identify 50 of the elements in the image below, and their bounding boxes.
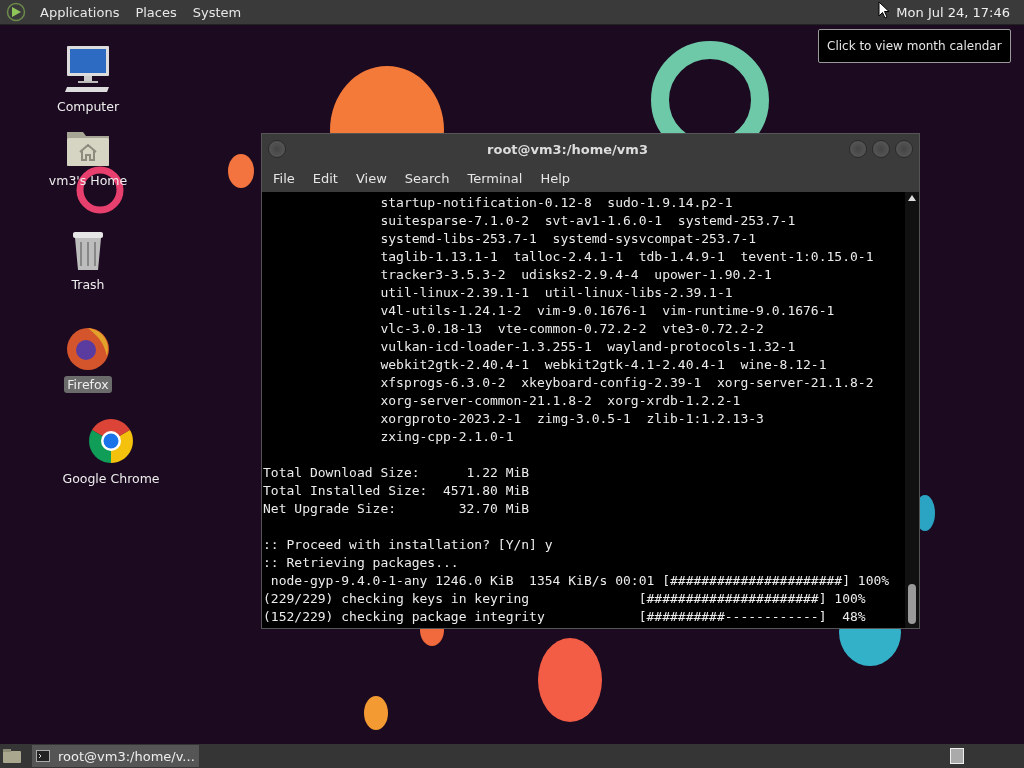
scroll-up-icon[interactable] bbox=[907, 194, 917, 202]
panel-menu[interactable]: Applications bbox=[34, 4, 126, 20]
terminal-line: node-gyp-9.4.0-1-any 1246.0 KiB 1354 KiB/s 00:01 [######################] 100% bbox=[269, 572, 891, 590]
menu-item[interactable]: Edit bbox=[303, 170, 347, 186]
terminal-line: zxing-cpp-2.1.0-1 bbox=[379, 428, 515, 446]
mouse-cursor-icon bbox=[878, 1, 891, 19]
terminal-line: vulkan-icd-loader-1.3.255-1 wayland-protocols-1.32-1 bbox=[379, 338, 797, 356]
terminal-line: Total Installed Size: 4571.80 MiB bbox=[263, 482, 531, 500]
terminal-line: taglib-1.13.1-1 talloc-2.4.1-1 tdb-1.4.9-1 tevent-1:0.15.0-1 bbox=[379, 248, 875, 266]
terminal-line: :: Retrieving packages... bbox=[263, 554, 460, 572]
menu-item[interactable]: Help bbox=[531, 170, 580, 186]
menu-item[interactable]: Terminal bbox=[458, 170, 532, 186]
terminal-line: tracker3-3.5.3-2 udisks2-2.9.4-4 upower-1.90.2-1 bbox=[379, 266, 773, 284]
desktop-icon-label[interactable]: Trash bbox=[68, 276, 108, 293]
panel-menu[interactable]: System bbox=[186, 4, 248, 20]
terminal-line: xfsprogs-6.3.0-2 xkeyboard-config-2.39-1 xorg-server-21.1.8-2 bbox=[379, 374, 875, 392]
wallpaper-blob bbox=[364, 696, 388, 730]
terminal-line: (152/229) checking package integrity [##########------------] 48% bbox=[263, 608, 867, 626]
terminal-line: Net Upgrade Size: 32.70 MiB bbox=[263, 500, 531, 518]
terminal-line: (229/229) checking keys in keyring [######################] 100% bbox=[263, 590, 867, 608]
workspace-switcher[interactable] bbox=[950, 748, 964, 764]
terminal-line: webkit2gtk-2.40.4-1 webkit2gtk-4.1-2.40.4-1 wine-8.12-1 bbox=[379, 356, 828, 374]
terminal-line: :: Proceed with installation? [Y/n] y bbox=[263, 536, 554, 554]
terminal-line: v4l-utils-1.24.1-2 vim-9.0.1676-1 vim-runtime-9.0.1676-1 bbox=[379, 302, 836, 320]
scrollbar-thumb[interactable] bbox=[908, 584, 916, 624]
terminal-line: xorgproto-2023.2-1 zimg-3.0.5-1 zlib-1:1.2.13-3 bbox=[379, 410, 765, 428]
menu-item[interactable]: File bbox=[264, 170, 304, 186]
wallpaper-blob bbox=[228, 154, 254, 188]
desktop-icon-label[interactable]: Computer bbox=[53, 98, 123, 115]
terminal-icon bbox=[36, 750, 50, 762]
clock[interactable]: Mon Jul 24, 17:46 bbox=[896, 4, 1010, 20]
terminal-line: util-linux-2.39.1-1 util-linux-libs-2.39.1-1 bbox=[379, 284, 734, 302]
chrome-icon[interactable] bbox=[86, 416, 136, 466]
panel-menu[interactable]: Places bbox=[129, 4, 183, 20]
tooltip: Click to view month calendar bbox=[818, 29, 1011, 63]
window-title: root@vm3:/home/vm3 bbox=[486, 141, 649, 157]
taskbar-button[interactable]: root@vm3:/home/v... bbox=[32, 745, 199, 767]
menu-item[interactable]: Search bbox=[395, 170, 459, 186]
desktop-icon-label[interactable]: Firefox bbox=[64, 376, 112, 393]
terminal-line: xorg-server-common-21.1.8-2 xorg-xrdb-1.2.2-1 bbox=[379, 392, 742, 410]
terminal-line: startup-notification-0.12-8 sudo-1.9.14.p2-1 bbox=[379, 194, 734, 212]
play-logo-icon[interactable] bbox=[6, 2, 26, 22]
desktop-icon-label[interactable]: Google Chrome bbox=[59, 470, 163, 487]
show-desktop-icon[interactable] bbox=[2, 748, 22, 764]
terminal-line: Total Download Size: 1.22 MiB bbox=[263, 464, 531, 482]
menu-item[interactable]: View bbox=[346, 170, 396, 186]
terminal-line: vlc-3.0.18-13 vte-common-0.72.2-2 vte3-0.72.2-2 bbox=[379, 320, 765, 338]
scrollbar[interactable] bbox=[905, 192, 919, 628]
terminal-line: systemd-libs-253.7-1 systemd-sysvcompat-253.7-1 bbox=[379, 230, 758, 248]
terminal-line: suitesparse-7.1.0-2 svt-av1-1.6.0-1 systemd-253.7-1 bbox=[379, 212, 797, 230]
